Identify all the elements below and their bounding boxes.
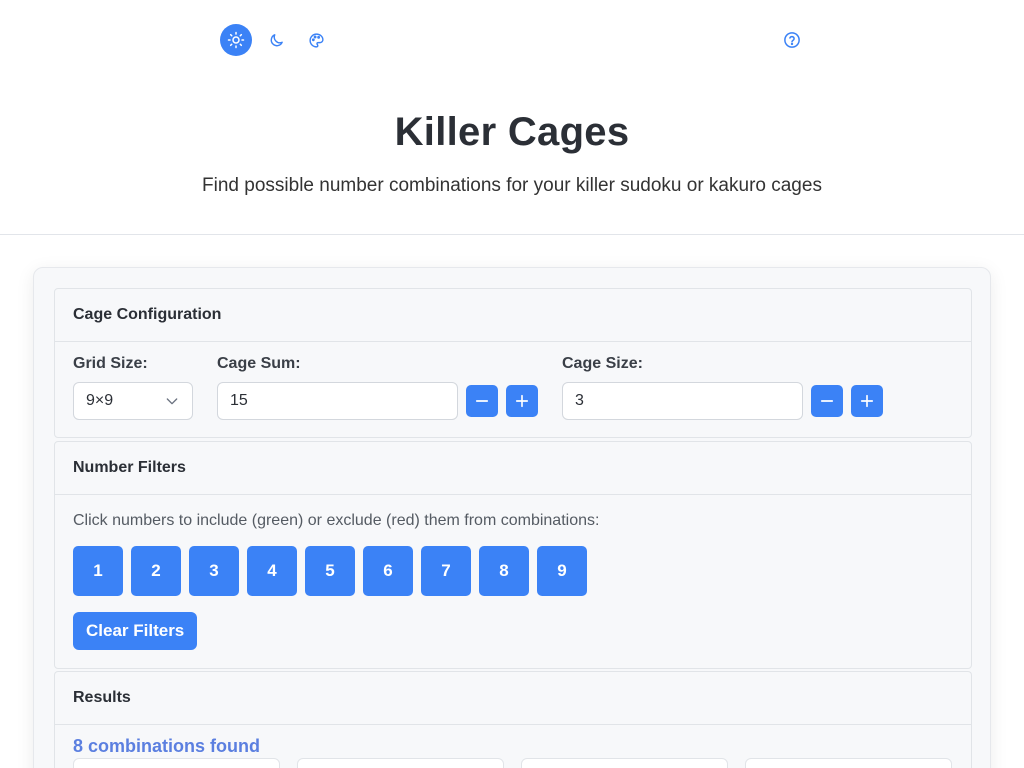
cage-size-input[interactable]: 3 [562,382,803,420]
cage-size-label: Cage Size: [562,355,643,372]
filter-number-2[interactable]: 2 [131,546,181,596]
filter-number-5[interactable]: 5 [305,546,355,596]
theme-switcher [220,24,332,56]
cage-size-value: 3 [575,392,584,409]
sun-icon [227,31,245,49]
filter-number-4[interactable]: 4 [247,546,297,596]
cage-size-increment-button[interactable] [851,385,883,417]
minus-icon [820,400,834,402]
filter-number-9[interactable]: 9 [537,546,587,596]
grid-size-value: 9×9 [86,392,114,409]
number-filter-buttons: 1 2 3 4 5 6 7 8 9 [73,546,587,596]
hero: Killer Cages Find possible number combin… [0,100,1024,198]
number-filters-panel: Number Filters Click numbers to include … [54,441,972,669]
clear-filters-button[interactable]: Clear Filters [73,612,198,650]
moon-icon [270,33,283,46]
page-subtitle: Find possible number combinations for yo… [202,175,822,196]
cage-size-decrement-button[interactable] [811,385,843,417]
light-theme-button[interactable] [220,24,252,56]
filter-hint: Click numbers to include (green) or excl… [73,512,600,529]
plus-icon [860,394,874,408]
chevron-down-icon [166,398,178,405]
grid-size-select[interactable]: 9×9 [73,382,193,420]
color-theme-button[interactable] [300,24,332,56]
results-count: 8 combinations found [73,736,260,756]
cage-sum-decrement-button[interactable] [466,385,498,417]
grid-size-label: Grid Size: [73,355,148,372]
cage-sum-increment-button[interactable] [506,385,538,417]
dark-theme-button[interactable] [260,24,292,56]
combination-card [745,758,952,768]
results-heading: Results [55,672,971,725]
help-button[interactable] [776,24,808,56]
cage-sum-value: 15 [230,392,248,409]
combination-card [73,758,280,768]
cage-sum-input[interactable]: 15 [217,382,458,420]
main-card: Cage Configuration Grid Size: 9×9 Cage S… [33,267,991,768]
plus-icon [515,394,529,408]
filter-number-3[interactable]: 3 [189,546,239,596]
palette-icon [308,32,324,48]
combination-card [297,758,504,768]
number-filters-heading: Number Filters [55,442,971,495]
filter-number-1[interactable]: 1 [73,546,123,596]
cage-configuration-panel: Cage Configuration Grid Size: 9×9 Cage S… [54,288,972,438]
results-panel: Results 8 combinations found [54,671,972,768]
question-circle-icon [784,32,800,48]
minus-icon [475,400,489,402]
top-bar [0,0,1024,80]
combination-card [521,758,728,768]
header-divider [0,234,1024,235]
cage-configuration-heading: Cage Configuration [55,289,971,342]
filter-number-6[interactable]: 6 [363,546,413,596]
page-title: Killer Cages [394,110,630,154]
filter-number-7[interactable]: 7 [421,546,471,596]
filter-number-8[interactable]: 8 [479,546,529,596]
cage-sum-label: Cage Sum: [217,355,301,372]
